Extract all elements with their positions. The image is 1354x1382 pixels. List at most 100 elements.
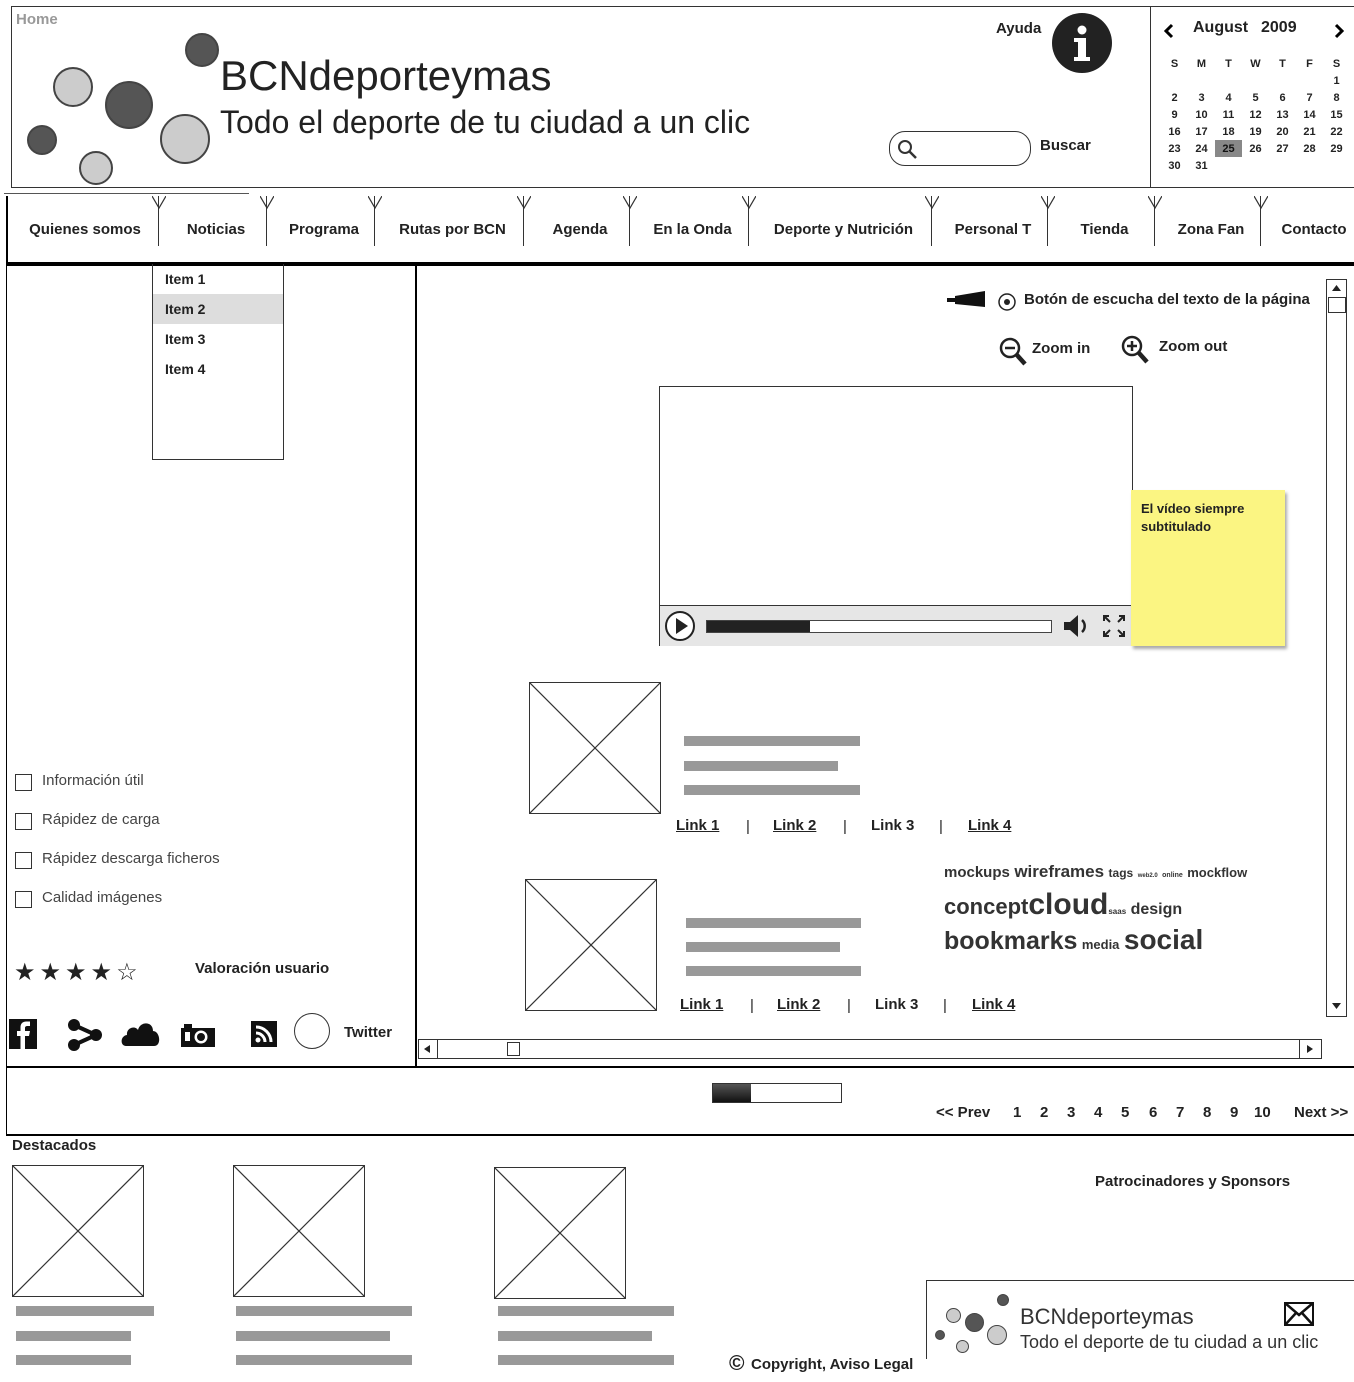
calendar-day[interactable]: 21: [1296, 123, 1323, 140]
featured-image-2[interactable]: [233, 1165, 365, 1297]
search-button[interactable]: Buscar: [1040, 137, 1091, 154]
listen-button[interactable]: Botón de escucha del texto de la página: [1024, 291, 1310, 308]
page-link[interactable]: 6: [1149, 1104, 1157, 1121]
scroll-left-icon[interactable]: [422, 1043, 432, 1055]
scroll-down-icon[interactable]: [1330, 1001, 1343, 1011]
tab-9[interactable]: Zona Fan: [1158, 196, 1264, 262]
scroll-right-icon[interactable]: [1305, 1043, 1315, 1055]
calendar-day[interactable]: 27: [1269, 140, 1296, 157]
next-page-link[interactable]: Next >>: [1294, 1104, 1348, 1121]
rss-icon[interactable]: [250, 1020, 278, 1048]
calendar-day[interactable]: 12: [1242, 106, 1269, 123]
rating-stars[interactable]: ★★★★☆: [14, 958, 142, 987]
cloud-icon[interactable]: [120, 1018, 162, 1048]
calendar-day[interactable]: 8: [1323, 89, 1350, 106]
tab-0[interactable]: Quienes somos: [8, 196, 162, 262]
twitter-label[interactable]: Twitter: [344, 1024, 392, 1041]
calendar-day[interactable]: 11: [1215, 106, 1242, 123]
tab-4[interactable]: Agenda: [527, 196, 633, 262]
calendar-day[interactable]: 5: [1242, 89, 1269, 106]
video-progress-track[interactable]: [706, 620, 1052, 633]
news-link[interactable]: Link 3: [871, 817, 914, 834]
zoom-out-button[interactable]: Zoom out: [1159, 338, 1227, 355]
tab-2[interactable]: Programa: [270, 196, 378, 262]
share-icon[interactable]: [66, 1018, 104, 1052]
calendar-day[interactable]: 6: [1269, 89, 1296, 106]
tag[interactable]: cloud: [1028, 888, 1108, 921]
video-player[interactable]: [659, 386, 1133, 646]
chevron-left-icon[interactable]: [1163, 23, 1175, 39]
tab-10[interactable]: Contacto: [1264, 196, 1354, 262]
star-icon[interactable]: ★: [14, 959, 40, 986]
featured-image-1[interactable]: [12, 1165, 144, 1297]
news-link[interactable]: Link 3: [875, 996, 918, 1013]
calendar-day[interactable]: 15: [1323, 106, 1350, 123]
news-link[interactable]: Link 2: [773, 817, 816, 834]
volume-icon[interactable]: [1062, 612, 1092, 640]
feedback-checkbox[interactable]: [15, 891, 32, 908]
calendar-day[interactable]: 18: [1215, 123, 1242, 140]
calendar-day[interactable]: 24: [1188, 140, 1215, 157]
tag[interactable]: online: [1162, 872, 1183, 879]
calendar-day[interactable]: 3: [1188, 89, 1215, 106]
vertical-scroll-thumb[interactable]: [1328, 297, 1346, 313]
play-icon[interactable]: [664, 610, 696, 642]
tag[interactable]: bookmarks: [944, 927, 1077, 955]
tag[interactable]: tags: [1109, 866, 1134, 880]
tab-8[interactable]: Tienda: [1051, 196, 1158, 262]
zoom-out-icon[interactable]: [1120, 334, 1150, 366]
dropdown-item[interactable]: Item 4: [153, 354, 283, 384]
news-link[interactable]: Link 4: [968, 817, 1011, 834]
calendar-day[interactable]: 13: [1269, 106, 1296, 123]
page-link[interactable]: 9: [1230, 1104, 1238, 1121]
calendar-day[interactable]: 25: [1215, 140, 1242, 157]
facebook-icon[interactable]: [8, 1018, 38, 1050]
calendar-day[interactable]: 31: [1188, 157, 1215, 174]
info-icon[interactable]: [1052, 13, 1112, 73]
tag[interactable]: social: [1124, 924, 1203, 955]
feedback-checkbox[interactable]: [15, 852, 32, 869]
calendar-day[interactable]: 28: [1296, 140, 1323, 157]
page-link[interactable]: 2: [1040, 1104, 1048, 1121]
calendar-day[interactable]: 2: [1161, 89, 1188, 106]
calendar-day[interactable]: 26: [1242, 140, 1269, 157]
scroll-up-icon[interactable]: [1330, 283, 1343, 293]
prev-page-link[interactable]: << Prev: [936, 1104, 990, 1121]
tab-5[interactable]: En la Onda: [633, 196, 752, 262]
news-link[interactable]: Link 4: [972, 996, 1015, 1013]
calendar-day[interactable]: 20: [1269, 123, 1296, 140]
calendar-day[interactable]: 19: [1242, 123, 1269, 140]
tag[interactable]: wireframes: [1014, 862, 1104, 881]
calendar-day[interactable]: 16: [1161, 123, 1188, 140]
horizontal-scrollbar[interactable]: [418, 1039, 1322, 1059]
copyright-link[interactable]: Copyright, Aviso Legal: [751, 1356, 913, 1373]
tag[interactable]: concept: [944, 894, 1028, 919]
news-link[interactable]: Link 1: [680, 996, 723, 1013]
calendar-day[interactable]: 30: [1161, 157, 1188, 174]
tag[interactable]: saas: [1108, 907, 1126, 916]
page-link[interactable]: 7: [1176, 1104, 1184, 1121]
dropdown-item[interactable]: Item 2: [153, 294, 283, 324]
search-input[interactable]: [889, 131, 1031, 166]
tag[interactable]: mockups: [944, 864, 1010, 881]
calendar-day[interactable]: 1: [1323, 72, 1350, 89]
page-link[interactable]: 1: [1013, 1104, 1021, 1121]
chevron-right-icon[interactable]: [1333, 23, 1345, 39]
news-link[interactable]: Link 1: [676, 817, 719, 834]
vertical-scrollbar[interactable]: [1326, 279, 1347, 1017]
page-link[interactable]: 8: [1203, 1104, 1211, 1121]
calendar-day[interactable]: 22: [1323, 123, 1350, 140]
page-link[interactable]: 5: [1121, 1104, 1129, 1121]
feedback-checkbox[interactable]: [15, 774, 32, 791]
fullscreen-icon[interactable]: [1102, 614, 1126, 638]
dropdown-item[interactable]: Item 1: [153, 264, 283, 294]
calendar-day[interactable]: 14: [1296, 106, 1323, 123]
tab-6[interactable]: Deporte y Nutrición: [752, 196, 935, 262]
dropdown-item[interactable]: Item 3: [153, 324, 283, 354]
tab-7[interactable]: Personal T: [935, 196, 1051, 262]
zoom-in-icon[interactable]: [998, 336, 1028, 368]
zoom-in-button[interactable]: Zoom in: [1032, 340, 1090, 357]
calendar-day[interactable]: 9: [1161, 106, 1188, 123]
calendar-day[interactable]: 17: [1188, 123, 1215, 140]
featured-image-3[interactable]: [494, 1167, 626, 1299]
